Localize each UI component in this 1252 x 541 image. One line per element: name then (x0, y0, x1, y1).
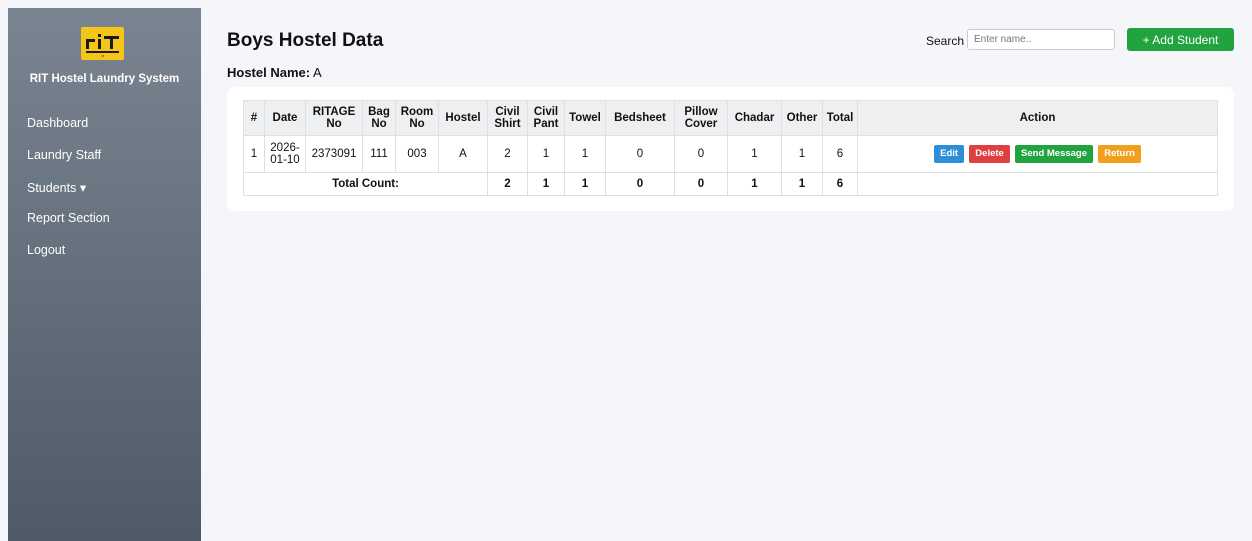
cell-civil-pant: 1 (527, 135, 565, 173)
col-civil-shirt: Civil Shirt (487, 100, 528, 136)
col-bedsheet: Bedsheet (605, 100, 675, 136)
total-action-empty (857, 172, 1218, 196)
col-ritage-no: RITAGE No (305, 100, 363, 136)
cell-civil-shirt: 2 (487, 135, 528, 173)
send-message-button[interactable]: Send Message (1015, 145, 1094, 163)
nav-laundry-staff[interactable]: Laundry Staff (27, 148, 101, 162)
hostel-name-label: Hostel Name: (227, 65, 311, 80)
hostel-name-value: A (312, 65, 322, 80)
rit-logo-icon: rit (86, 34, 119, 58)
total-pillow-cover: 0 (674, 172, 728, 196)
cell-bedsheet: 0 (605, 135, 675, 173)
col-action: Action (857, 100, 1218, 136)
hostel-data-table: # Date RITAGE No Bag No Room No Hostel C… (243, 100, 1218, 196)
delete-button[interactable]: Delete (969, 145, 1010, 163)
col-civil-pant: Civil Pant (527, 100, 565, 136)
total-other: 1 (781, 172, 823, 196)
col-date: Date (264, 100, 306, 136)
col-towel: Towel (564, 100, 606, 136)
col-hostel: Hostel (438, 100, 488, 136)
cell-bag-no: 111 (362, 135, 396, 173)
nav-logout[interactable]: Logout (27, 243, 65, 257)
total-chadar: 1 (727, 172, 782, 196)
cell-pillow-cover: 0 (674, 135, 728, 173)
cell-ritage-no: 2373091 (305, 135, 363, 173)
cell-hostel: A (438, 135, 488, 173)
cell-towel: 1 (564, 135, 606, 173)
app-brand-title: RIT Hostel Laundry System (29, 73, 180, 85)
col-pillow-cover: Pillow Cover (674, 100, 728, 136)
col-index: # (243, 100, 265, 136)
col-room-no: Room No (395, 100, 439, 136)
total-bedsheet: 0 (605, 172, 675, 196)
cell-date: 2026-01-10 (264, 135, 306, 173)
total-towel: 1 (564, 172, 606, 196)
nav-report-section[interactable]: Report Section (27, 211, 110, 225)
hostel-name-line: Hostel Name: A (227, 65, 322, 80)
col-chadar: Chadar (727, 100, 782, 136)
nav-students-dropdown[interactable]: Students ▾ (27, 180, 86, 195)
total-total: 6 (822, 172, 858, 196)
svg-text:rit: rit (101, 54, 105, 58)
table-row: 1 2026-01-10 2373091 111 003 A 2 1 1 0 0… (243, 135, 1218, 173)
col-bag-no: Bag No (362, 100, 396, 136)
cell-index: 1 (243, 135, 265, 173)
sidebar: rit RIT Hostel Laundry System Dashboard … (8, 8, 201, 541)
edit-button[interactable]: Edit (934, 145, 965, 163)
col-other: Other (781, 100, 823, 136)
search-input[interactable] (967, 29, 1115, 50)
total-count-label: Total Count: (243, 172, 488, 196)
total-civil-pant: 1 (527, 172, 565, 196)
cell-chadar: 1 (727, 135, 782, 173)
cell-other: 1 (781, 135, 823, 173)
return-button[interactable]: Return (1098, 145, 1141, 163)
nav-dashboard[interactable]: Dashboard (27, 116, 88, 130)
col-total: Total (822, 100, 858, 136)
add-student-button[interactable]: + Add Student (1127, 28, 1234, 51)
data-card: # Date RITAGE No Bag No Room No Hostel C… (227, 87, 1234, 211)
total-civil-shirt: 2 (487, 172, 528, 196)
cell-room-no: 003 (395, 135, 439, 173)
main-content: Boys Hostel Data Hostel Name: A Search :… (201, 0, 1252, 541)
page-title: Boys Hostel Data (227, 30, 384, 51)
table-header-row: # Date RITAGE No Bag No Room No Hostel C… (243, 100, 1218, 136)
search-label: Search : (926, 34, 971, 48)
rit-logo[interactable]: rit (81, 27, 124, 60)
cell-total: 6 (822, 135, 858, 173)
cell-actions: Edit Delete Send Message Return (857, 135, 1218, 173)
total-count-row: Total Count: 2 1 1 0 0 1 1 6 (243, 172, 1218, 196)
